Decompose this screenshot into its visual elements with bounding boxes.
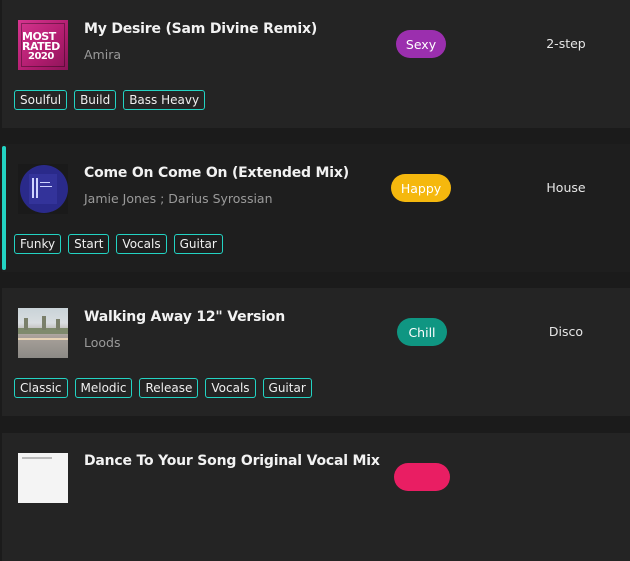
genre-label: 2-step	[546, 36, 586, 51]
mood-badge[interactable]: Chill	[397, 318, 447, 346]
track-row[interactable]: Come On Come On (Extended Mix) Jamie Jon…	[2, 144, 630, 272]
album-art	[18, 308, 68, 358]
track-row[interactable]: Walking Away 12" Version Loods Chill Dis…	[2, 288, 630, 416]
mood-badge[interactable]	[394, 463, 450, 491]
album-art	[18, 164, 68, 214]
mood-badge[interactable]: Sexy	[396, 30, 446, 58]
active-indicator	[2, 146, 6, 270]
album-art: MOST RATED 2020	[18, 20, 68, 70]
tag-chip[interactable]: Vocals	[116, 234, 167, 254]
track-title[interactable]: My Desire (Sam Divine Remix)	[84, 21, 317, 37]
album-art	[18, 453, 68, 503]
track-artist[interactable]: Jamie Jones ; Darius Syrossian	[84, 191, 273, 206]
genre-label: House	[546, 180, 586, 195]
track-title[interactable]: Dance To Your Song Original Vocal Mix	[84, 453, 380, 469]
tag-chip[interactable]: Release	[139, 378, 199, 398]
tag-chip[interactable]: Melodic	[74, 378, 133, 398]
tag-chip[interactable]: Build	[74, 90, 117, 110]
tag-chip[interactable]: Start	[68, 234, 110, 254]
tag-chip[interactable]: Classic	[14, 378, 68, 398]
tag-chip[interactable]: Funky	[14, 234, 62, 254]
tag-chip[interactable]: Soulful	[14, 90, 68, 110]
mood-badge[interactable]: Happy	[391, 174, 451, 202]
tag-chip[interactable]: Guitar	[173, 234, 223, 254]
art-text: 2020	[28, 51, 54, 62]
track-artist[interactable]: Loods	[84, 335, 121, 350]
tag-chip[interactable]: Guitar	[262, 378, 312, 398]
tag-chip[interactable]: Vocals	[205, 378, 256, 398]
track-artist[interactable]: Amira	[84, 47, 121, 62]
genre-label: Disco	[548, 324, 584, 339]
track-row[interactable]: Dance To Your Song Original Vocal Mix	[2, 433, 630, 561]
track-row[interactable]: MOST RATED 2020 My Desire (Sam Divine Re…	[2, 0, 630, 128]
tag-chip[interactable]: Bass Heavy	[123, 90, 206, 110]
track-title[interactable]: Walking Away 12" Version	[84, 309, 285, 325]
track-title[interactable]: Come On Come On (Extended Mix)	[84, 165, 349, 181]
